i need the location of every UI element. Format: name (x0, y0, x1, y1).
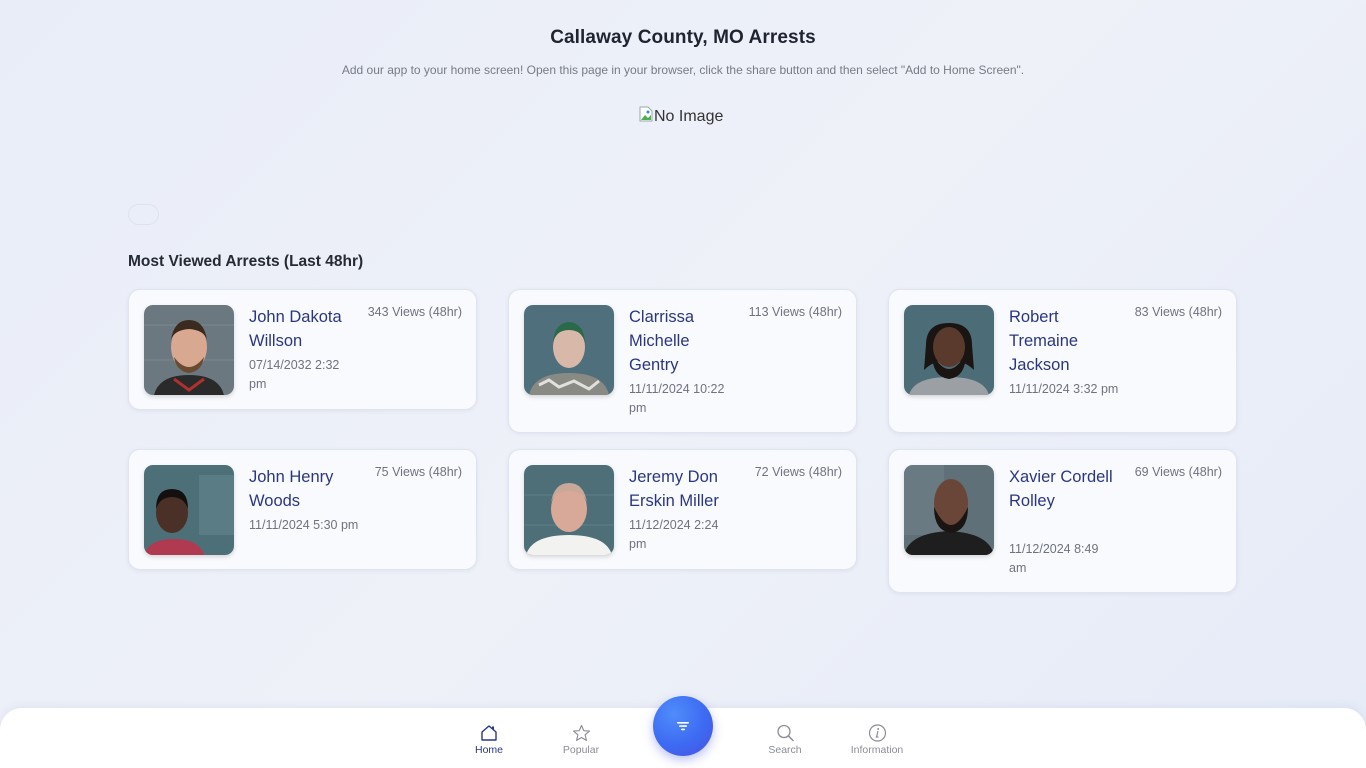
mugshot-photo (144, 305, 234, 395)
mugshot-photo (904, 465, 994, 555)
view-count: 83 Views (48hr) (1134, 305, 1222, 319)
nav-information[interactable]: Information (837, 724, 917, 756)
search-icon (776, 724, 794, 742)
arrest-card[interactable]: Xavier Cordell Rolley 11/12/2024 8:49 am… (888, 449, 1237, 593)
arrestee-name[interactable]: John Dakota Willson (249, 305, 359, 353)
arrestee-name[interactable]: Jeremy Don Erskin Miller (629, 465, 739, 513)
nav-home-label: Home (474, 744, 503, 756)
arrestee-name[interactable]: John Henry Woods (249, 465, 359, 513)
arrestee-name[interactable]: Clarrissa Michelle Gentry (629, 305, 739, 377)
view-count: 343 Views (48hr) (367, 305, 462, 319)
arrest-date: 11/11/2024 5:30 pm (249, 518, 359, 532)
section-title: Most Viewed Arrests (Last 48hr) (128, 253, 364, 270)
view-count: 113 Views (48hr) (748, 305, 842, 319)
view-count: 69 Views (48hr) (1134, 465, 1222, 479)
arrest-date: 07/14/2032 2:32 pm (249, 358, 340, 391)
arrest-date: 11/11/2024 10:22 pm (629, 382, 725, 415)
filter-button[interactable] (653, 696, 713, 756)
arrest-date: 11/12/2024 2:24 pm (629, 518, 719, 551)
banner-image: No Image (639, 106, 724, 126)
nav-home[interactable]: Home (449, 724, 529, 756)
home-icon (481, 725, 497, 741)
star-icon (572, 724, 590, 741)
view-count: 75 Views (48hr) (374, 465, 462, 479)
arrest-card[interactable]: John Henry Woods 11/11/2024 5:30 pm 75 V… (128, 449, 477, 570)
nav-search-label: Search (768, 744, 802, 756)
arrest-card[interactable]: John Dakota Willson 07/14/2032 2:32 pm 3… (128, 289, 477, 410)
mugshot-photo (524, 305, 614, 395)
arrest-card[interactable]: Jeremy Don Erskin Miller 11/12/2024 2:24… (508, 449, 857, 570)
arrest-date: 11/12/2024 8:49 am (1009, 542, 1099, 575)
banner-alt-text: No Image (654, 108, 724, 125)
arrestee-name[interactable]: Xavier Cordell Rolley (1009, 465, 1119, 513)
broken-image-icon (639, 106, 653, 122)
add-to-home-hint: Add our app to your home screen! Open th… (341, 63, 1025, 77)
arrest-date: 11/11/2024 3:32 pm (1009, 382, 1119, 396)
nav-information-label: Information (850, 744, 904, 756)
filter-chip[interactable] (128, 204, 159, 225)
filter-icon (677, 722, 689, 731)
page-title: Callaway County, MO Arrests (550, 27, 816, 48)
mugshot-photo (524, 465, 614, 555)
mugshot-photo (144, 465, 234, 555)
arrest-card[interactable]: Robert Tremaine Jackson 11/11/2024 3:32 … (888, 289, 1237, 433)
mugshot-photo (904, 305, 994, 395)
nav-popular-label: Popular (562, 744, 600, 756)
view-count: 72 Views (48hr) (754, 465, 842, 479)
arrestee-name[interactable]: Robert Tremaine Jackson (1009, 305, 1119, 377)
info-icon (868, 724, 886, 742)
arrest-card[interactable]: Clarrissa Michelle Gentry 11/11/2024 10:… (508, 289, 857, 433)
nav-search[interactable]: Search (745, 724, 825, 756)
nav-popular[interactable]: Popular (541, 724, 621, 756)
